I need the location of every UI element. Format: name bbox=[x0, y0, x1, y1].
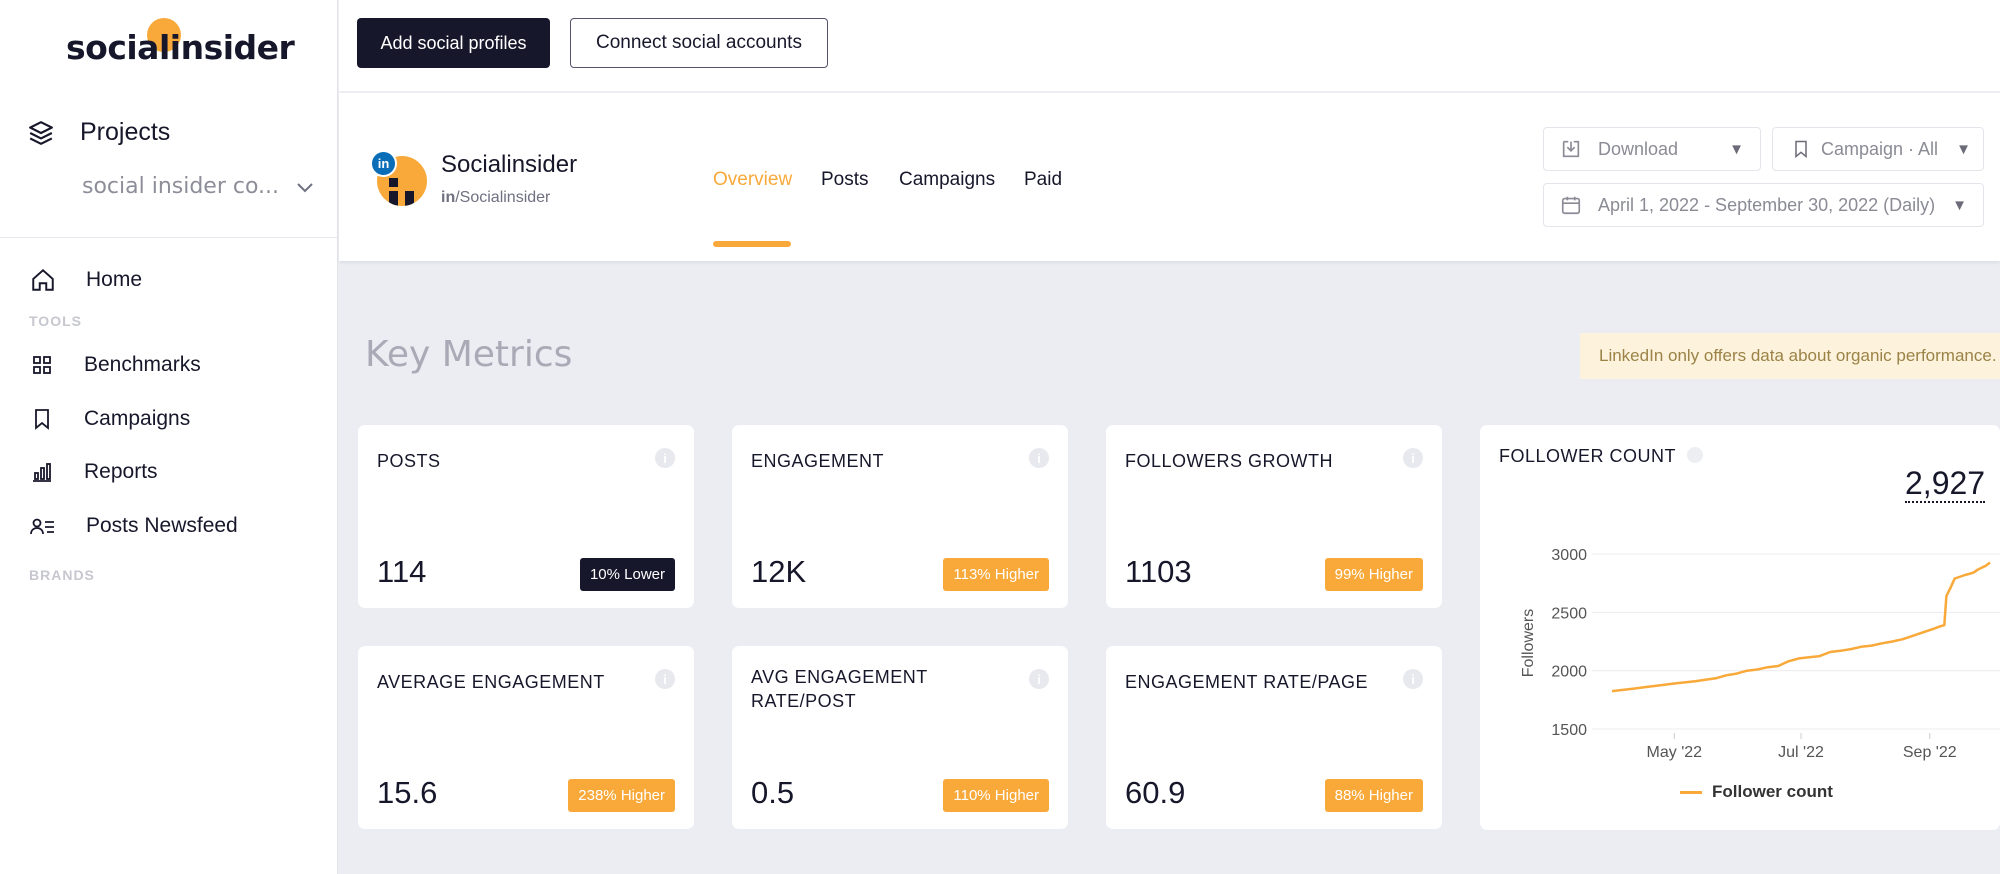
campaign-filter-label: Campaign · All bbox=[1821, 138, 1939, 159]
active-tab-indicator bbox=[713, 241, 791, 247]
y-tick-label: 2500 bbox=[1551, 605, 1587, 622]
comparison-badge: 110% Higher bbox=[943, 779, 1049, 812]
date-range-label: April 1, 2022 - September 30, 2022 (Dail… bbox=[1598, 194, 1936, 215]
projects-header[interactable]: Projects bbox=[28, 118, 170, 147]
info-icon[interactable]: i bbox=[1029, 669, 1049, 689]
sidebar-item-posts-newsfeed[interactable]: Posts Newsfeed bbox=[30, 510, 238, 542]
info-icon[interactable]: i bbox=[655, 448, 675, 468]
add-social-profiles-button[interactable]: Add social profiles bbox=[357, 18, 550, 68]
metric-card-average-engagement: AVERAGE ENGAGEMENT i 15.6 238% Higher bbox=[358, 646, 694, 829]
profile-header: in Socialinsider in/Socialinsider Overvi… bbox=[339, 93, 2000, 261]
metric-card-avg-engagement-rate-post: AVG ENGAGEMENT RATE/POST i 0.5 110% High… bbox=[732, 646, 1068, 829]
metric-title: ENGAGEMENT RATE/PAGE bbox=[1125, 672, 1369, 692]
info-icon[interactable]: i bbox=[1403, 669, 1423, 689]
sidebar-divider bbox=[0, 237, 338, 238]
sidebar-item-campaigns[interactable]: Campaigns bbox=[30, 403, 190, 435]
linkedin-icon: in bbox=[370, 150, 397, 177]
download-label: Download bbox=[1598, 138, 1679, 159]
x-tick-label: Jul '22 bbox=[1778, 744, 1824, 761]
metric-value: 60.9 bbox=[1125, 775, 1186, 810]
info-icon[interactable]: i bbox=[1029, 448, 1049, 468]
y-tick-label: 2000 bbox=[1551, 664, 1587, 681]
bookmark-icon bbox=[35, 409, 49, 430]
comparison-badge: 99% Higher bbox=[1324, 558, 1423, 591]
metric-value: 0.5 bbox=[751, 775, 795, 810]
comparison-badge: 113% Higher bbox=[943, 558, 1049, 591]
brands-section-title: BRANDS bbox=[29, 567, 95, 583]
download-icon bbox=[1560, 138, 1582, 160]
metric-title: AVERAGE ENGAGEMENT bbox=[377, 672, 605, 692]
follower-count-card: FOLLOWER COUNT 2,927 1500 2000 2500 3000 May… bbox=[1480, 425, 2000, 830]
home-icon bbox=[32, 268, 54, 291]
metric-card-followers-growth: FOLLOWERS GROWTH i 1103 99% Higher bbox=[1106, 425, 1442, 608]
metric-title: FOLLOWERS GROWTH bbox=[1125, 451, 1334, 471]
calendar-icon bbox=[1560, 194, 1582, 216]
legend-line-swatch bbox=[1680, 790, 1702, 794]
metric-value: 15.6 bbox=[377, 775, 438, 810]
linkedin-prefix: in bbox=[441, 189, 456, 206]
x-tick-label: Sep '22 bbox=[1903, 744, 1957, 761]
tab-overview[interactable]: Overview bbox=[713, 169, 792, 191]
sidebar: socialinsider Projects social insider co… bbox=[0, 0, 338, 874]
comparison-badge: 88% Higher bbox=[1324, 779, 1423, 812]
caret-down-icon: ▼ bbox=[1729, 140, 1744, 158]
sidebar-item-label: Home bbox=[86, 268, 143, 291]
profile-name: Socialinsider bbox=[441, 151, 578, 178]
projects-label: Projects bbox=[80, 118, 171, 146]
tab-posts[interactable]: Posts bbox=[821, 169, 869, 191]
info-icon[interactable]: i bbox=[1403, 448, 1423, 468]
metric-card-engagement: ENGAGEMENT i 12K 113% Higher bbox=[732, 425, 1068, 608]
tab-campaigns[interactable]: Campaigns bbox=[899, 169, 995, 191]
x-tick-label: May '22 bbox=[1647, 744, 1703, 761]
metric-title: ENGAGEMENT bbox=[751, 451, 885, 471]
user-list-icon bbox=[30, 518, 54, 535]
top-toolbar: Add social profiles Connect social accou… bbox=[339, 0, 2000, 92]
chevron-down-icon bbox=[297, 182, 313, 192]
profile-handle-text: /Socialinsider bbox=[455, 189, 551, 206]
key-metrics-title: Key Metrics bbox=[365, 334, 573, 375]
organic-data-notice: LinkedIn only offers data about organic … bbox=[1580, 333, 2000, 379]
profile-handle[interactable]: in/Socialinsider bbox=[441, 189, 550, 207]
follower-count-chart: 1500 2000 2500 3000 May '22 Jul '22 Sep '22 Fol… bbox=[1520, 547, 2000, 761]
sidebar-item-label: Campaigns bbox=[84, 407, 191, 430]
y-tick-label: 3000 bbox=[1551, 547, 1587, 564]
campaign-filter-dropdown[interactable]: Campaign · All ▼ bbox=[1772, 127, 1984, 171]
chart-legend[interactable]: Follower count bbox=[1680, 782, 1833, 802]
comparison-badge: 238% Higher bbox=[568, 779, 675, 812]
sidebar-item-label: Benchmarks bbox=[84, 353, 201, 376]
logo-text: socialinsider bbox=[66, 28, 295, 67]
metric-card-engagement-rate-page: ENGAGEMENT RATE/PAGE i 60.9 88% Higher bbox=[1106, 646, 1442, 829]
bookmark-icon bbox=[1791, 138, 1811, 160]
legend-label: Follower count bbox=[1712, 782, 1833, 801]
tools-section-title: TOOLS bbox=[29, 313, 82, 329]
y-tick-label: 1500 bbox=[1551, 722, 1587, 739]
sidebar-item-reports[interactable]: Reports bbox=[30, 456, 158, 488]
connect-social-accounts-button[interactable]: Connect social accounts bbox=[570, 18, 828, 68]
project-select-value: social insider co... bbox=[82, 174, 280, 199]
grid-icon bbox=[33, 356, 51, 374]
follower-count-series-line bbox=[1611, 561, 1991, 693]
comparison-badge: 10% Lower bbox=[579, 558, 675, 591]
caret-down-icon: ▼ bbox=[1956, 140, 1971, 158]
metric-title: POSTS bbox=[377, 451, 441, 471]
logo[interactable]: socialinsider bbox=[66, 18, 295, 74]
download-dropdown[interactable]: Download ▼ bbox=[1543, 127, 1761, 171]
metric-title: AVG ENGAGEMENT RATE/POST bbox=[751, 667, 928, 711]
date-range-picker[interactable]: April 1, 2022 - September 30, 2022 (Dail… bbox=[1543, 183, 1984, 227]
y-axis-label: Followers bbox=[1520, 609, 1537, 677]
metric-card-posts: POSTS i 114 10% Lower bbox=[358, 425, 694, 608]
sidebar-item-benchmarks[interactable]: Benchmarks bbox=[30, 349, 201, 381]
project-select[interactable]: social insider co... bbox=[82, 174, 314, 199]
sidebar-item-label: Reports bbox=[84, 460, 158, 483]
tab-paid[interactable]: Paid bbox=[1024, 169, 1062, 191]
layers-icon bbox=[29, 120, 53, 145]
sidebar-item-label: Posts Newsfeed bbox=[86, 514, 238, 537]
metric-value: 12K bbox=[751, 554, 807, 589]
metric-value: 1103 bbox=[1125, 554, 1192, 589]
caret-down-icon: ▼ bbox=[1952, 196, 1967, 214]
sidebar-item-home[interactable]: Home bbox=[30, 264, 142, 296]
metric-value: 114 bbox=[377, 554, 427, 589]
info-icon[interactable]: i bbox=[655, 669, 675, 689]
bar-chart-icon bbox=[33, 463, 51, 482]
